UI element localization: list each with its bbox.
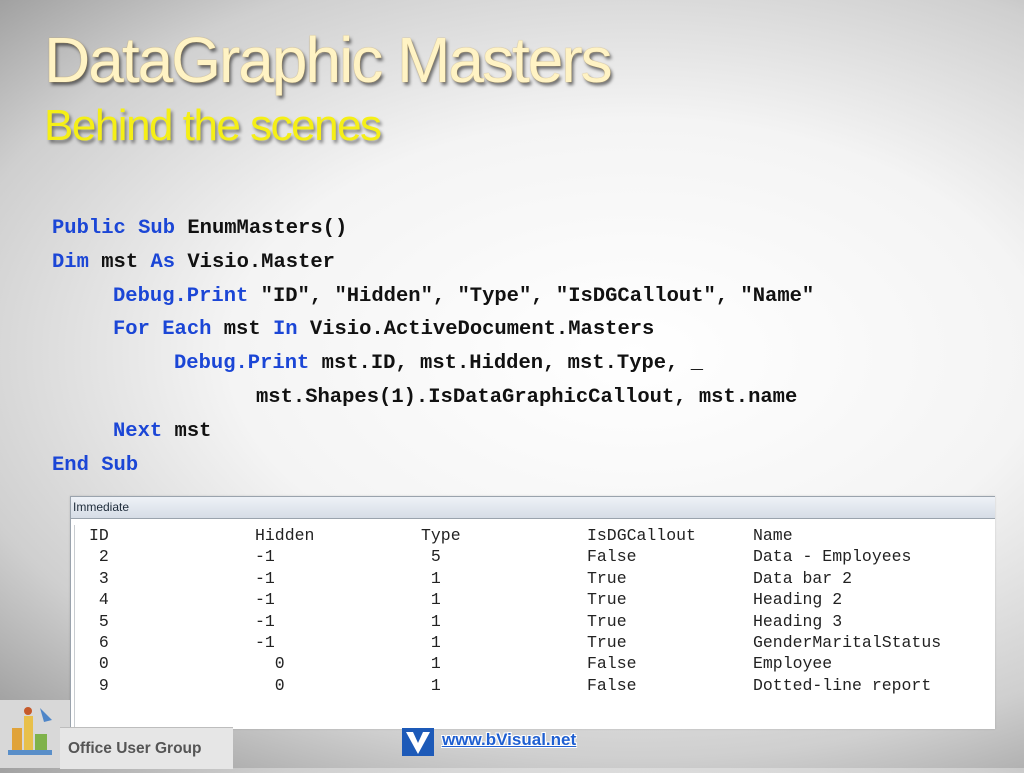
cell-isdgcallout: False <box>587 654 637 674</box>
output-row: 6 -1 1 True GenderMaritalStatus <box>75 632 941 653</box>
cell-name: Data bar 2 <box>753 568 853 588</box>
code-keyword: As <box>150 250 176 274</box>
cell-type: 1 <box>421 654 441 674</box>
cell-isdgcallout: True <box>587 568 627 588</box>
column-header-id: ID <box>89 526 109 545</box>
cell-id: 2 <box>89 547 109 567</box>
code-keyword: End <box>52 453 89 477</box>
cell-id: 4 <box>89 590 109 610</box>
slide-subtitle: Behind the scenes <box>44 101 382 150</box>
output-header-row: ID Hidden Type IsDGCallout Name <box>75 525 941 546</box>
office-user-group-label: Office User Group <box>68 740 202 757</box>
code-line-3: Debug.Print "ID", "Hidden", "Type", "IsD… <box>52 280 814 314</box>
code-text: mst <box>223 318 261 342</box>
cell-hidden: -1 <box>255 547 275 567</box>
output-row: 5 -1 1 True Heading 3 <box>75 611 941 632</box>
cell-id: 6 <box>89 633 109 653</box>
vba-code-block: Public Sub EnumMasters() Dim mst As Visi… <box>52 212 814 482</box>
code-keyword: Debug.Print <box>113 284 249 308</box>
code-line-7: Next mst <box>52 415 814 449</box>
column-header-name: Name <box>753 526 793 545</box>
cell-isdgcallout: True <box>587 611 627 631</box>
output-row: 4 -1 1 True Heading 2 <box>75 589 941 610</box>
code-keyword: Sub <box>138 217 176 240</box>
cell-type: 1 <box>421 568 441 588</box>
code-line-6: mst.Shapes(1).IsDataGraphicCallout, mst.… <box>52 381 814 415</box>
code-text: mst.ID, mst.Hidden, mst.Type, _ <box>321 352 704 376</box>
cell-id: 3 <box>89 568 109 588</box>
cell-type: 5 <box>421 547 441 567</box>
output-row: 0 0 1 False Employee <box>75 653 941 674</box>
cell-type: 1 <box>421 590 441 610</box>
code-keyword: Debug.Print <box>174 352 310 376</box>
output-row: 3 -1 1 True Data bar 2 <box>75 568 941 589</box>
code-keyword: Each <box>162 318 212 342</box>
code-text: Visio.ActiveDocument.Masters <box>309 318 655 342</box>
cell-hidden: 0 <box>255 675 285 695</box>
cell-type: 1 <box>421 633 441 653</box>
cell-id: 5 <box>89 611 109 631</box>
immediate-window[interactable]: Immediate ID Hidden Type IsDGCallout Nam… <box>70 496 995 729</box>
cell-name: Employee <box>753 654 833 674</box>
code-line-2: Dim mst As Visio.Master <box>52 246 814 280</box>
code-keyword: For <box>113 318 150 342</box>
slide-title: DataGraphic Masters <box>44 24 613 96</box>
code-keyword: Dim <box>52 250 89 274</box>
code-text: mst.Shapes(1).IsDataGraphicCallout, mst.… <box>256 385 798 409</box>
code-keyword: Sub <box>101 453 139 477</box>
cell-hidden: -1 <box>255 590 275 610</box>
code-text: "ID", "Hidden", "Type", "IsDGCallout", "… <box>260 284 815 308</box>
column-header-isdgcallout: IsDGCallout <box>587 526 696 545</box>
immediate-output-table: ID Hidden Type IsDGCallout Name 2 -1 5 F… <box>75 525 941 696</box>
immediate-window-output[interactable]: ID Hidden Type IsDGCallout Name 2 -1 5 F… <box>74 525 995 729</box>
code-line-1: Public Sub EnumMasters() <box>52 212 814 246</box>
code-keyword: Next <box>113 419 163 443</box>
cell-hidden: 0 <box>255 654 285 674</box>
cell-hidden: -1 <box>255 568 275 588</box>
cell-type: 1 <box>421 675 441 695</box>
cell-isdgcallout: False <box>587 547 637 567</box>
immediate-window-title: Immediate <box>71 497 995 519</box>
column-header-type: Type <box>421 526 461 545</box>
cell-id: 9 <box>89 675 109 695</box>
output-row: 2 -1 5 False Data - Employees <box>75 546 941 567</box>
code-line-4: For Each mst In Visio.ActiveDocument.Mas… <box>52 313 814 347</box>
cell-name: GenderMaritalStatus <box>753 633 942 653</box>
cell-hidden: -1 <box>255 611 275 631</box>
code-keyword: In <box>272 318 298 342</box>
cell-hidden: -1 <box>255 633 275 653</box>
cell-id: 0 <box>89 654 109 674</box>
cell-type: 1 <box>421 611 441 631</box>
bvisual-v-logo-icon <box>402 726 434 758</box>
output-row: 9 0 1 False Dotted-line report <box>75 675 941 696</box>
code-line-5: Debug.Print mst.ID, mst.Hidden, mst.Type… <box>52 347 814 381</box>
code-text: mst <box>101 250 139 274</box>
code-text: mst <box>174 419 212 443</box>
code-line-8: End Sub <box>52 449 814 483</box>
code-text: Visio.Master <box>187 250 335 274</box>
code-text: EnumMasters() <box>187 217 348 240</box>
cell-name: Data - Employees <box>753 547 912 567</box>
cell-name: Heading 3 <box>753 611 843 631</box>
cell-isdgcallout: True <box>587 633 627 653</box>
bvisual-website-link[interactable]: www.bVisual.net <box>442 730 576 750</box>
cell-isdgcallout: False <box>587 675 637 695</box>
cell-name: Dotted-line report <box>753 675 932 695</box>
cell-name: Heading 2 <box>753 590 843 610</box>
column-header-hidden: Hidden <box>255 526 315 545</box>
code-keyword: Public <box>52 217 126 240</box>
cell-isdgcallout: True <box>587 590 627 610</box>
